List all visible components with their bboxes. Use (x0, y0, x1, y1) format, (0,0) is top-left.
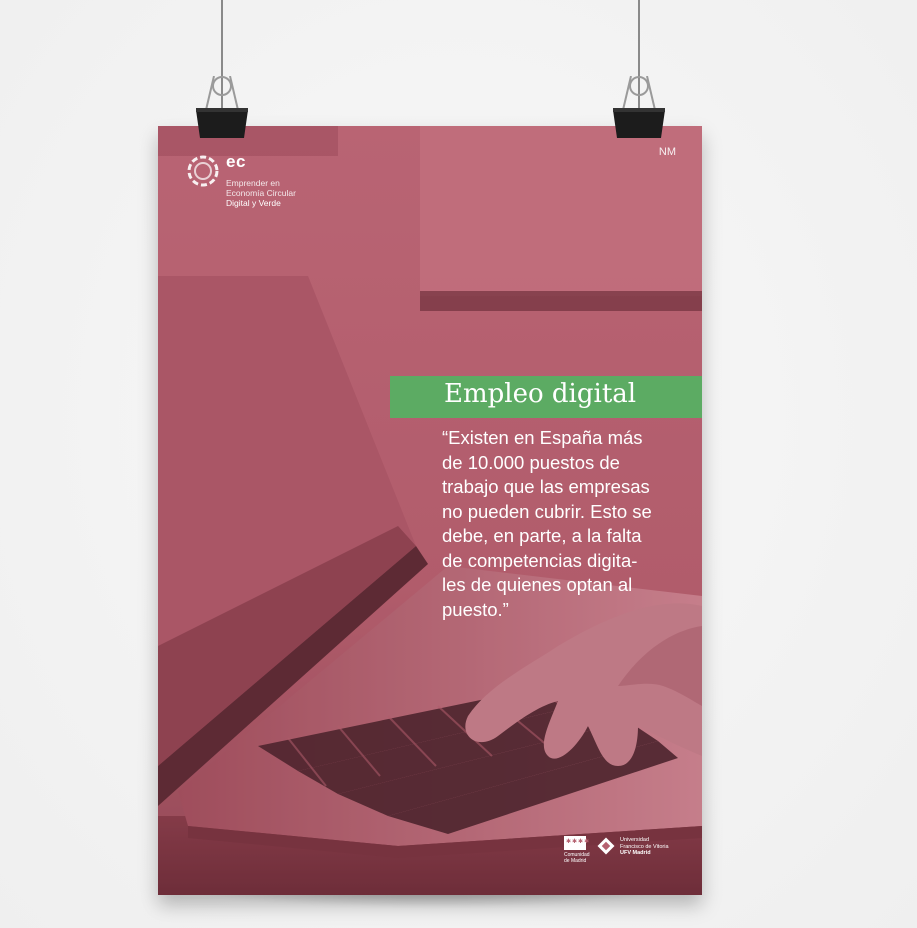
madrid-stars-icon: ✱✱✱✱ (566, 839, 591, 845)
quote-line: debe, en parte, a la falta (442, 525, 642, 546)
ec-circle-logo-icon (187, 155, 219, 187)
ufv-text-line-3: UFV Madrid (620, 850, 651, 856)
logo-short-name: ec (226, 152, 246, 171)
poster: ec Emprender en Economía Circular Digita… (158, 126, 702, 895)
poster-headline: Empleo digital (444, 379, 637, 409)
binder-clip-icon (613, 76, 665, 138)
quote-line: de competencias digita- (442, 549, 638, 571)
comunidad-madrid-text: Comunidad de Madrid (564, 852, 590, 864)
quote-line: no pueden cubrir. Esto se (442, 500, 652, 522)
corner-code: NM (658, 146, 676, 158)
ufv-diamond-logo-icon (597, 837, 615, 855)
binder-clip-icon (196, 76, 248, 138)
logo-tagline-1: Emprender en (226, 178, 280, 188)
quote-line: de 10.000 puestos de (442, 451, 620, 473)
sponsor-logos: ✱✱✱✱ Comunidad de Madrid Universidad Fra… (564, 828, 694, 868)
quote-line: les de quienes optan al (442, 574, 633, 595)
quote-line: puesto.” (442, 598, 509, 620)
logo-tagline-2: Economía Circular (226, 188, 296, 198)
quote-line: trabajo que las empresas (442, 476, 650, 497)
poster-quote: “Existen en España más de 10.000 puestos… (442, 426, 692, 622)
quote-line: “Existen en España más (442, 427, 643, 448)
logo-tagline-3: Digital y Verde (226, 198, 281, 208)
